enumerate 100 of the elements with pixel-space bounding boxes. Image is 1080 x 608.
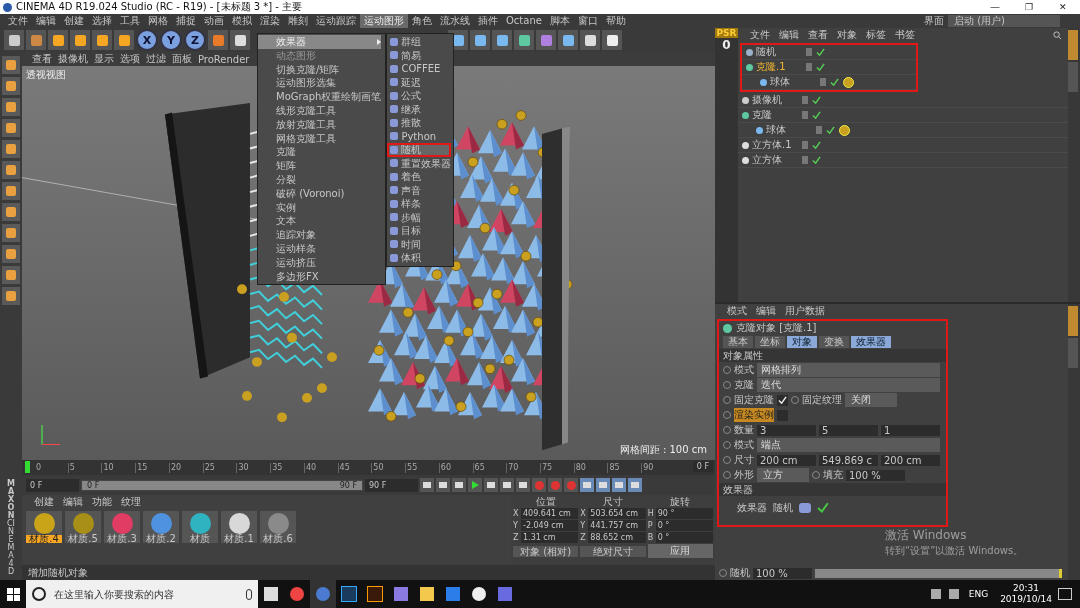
viewport-menu-item[interactable]: 选项 [120,52,140,66]
object-name[interactable]: 立方体.1 [752,138,792,152]
dropdown-field[interactable]: 关闭 [845,393,897,407]
viewport-menu-item[interactable]: 查看 [32,52,52,66]
menu-item[interactable]: 推散 [387,116,452,130]
rotation-field[interactable]: 0 ° [655,532,713,543]
menu-item[interactable]: 步幅 [387,210,452,224]
menu-item[interactable]: 创建 [60,14,88,28]
keyframe-selection-icon[interactable] [564,478,578,492]
strength-slider[interactable] [815,568,1062,578]
menu-item[interactable]: 克隆 [258,145,382,160]
object-name[interactable]: 克隆 [752,108,772,122]
apply-button[interactable]: 应用 [647,544,713,558]
menu-item[interactable]: 简易 [387,48,452,62]
menu-item[interactable]: 流水线 [436,14,474,28]
dropdown-field[interactable]: 端点 [757,438,940,452]
menu-item[interactable]: 追踪对象 [258,228,382,242]
menu-item[interactable]: 选择 [88,14,116,28]
taskbar-search-panel[interactable]: 在这里输入你要搜索的内容 [26,580,258,608]
menu-item[interactable]: 切换克隆/矩阵 [258,62,382,77]
material-tag-icon[interactable] [843,76,854,88]
menu-item[interactable]: 网格克隆工具 [258,131,382,146]
menu-item[interactable]: 放射克隆工具 [258,117,382,132]
menu-item[interactable]: 文本 [258,214,382,229]
number-field[interactable]: 200 cm [881,454,940,466]
material-swatch[interactable]: 材质.4 [26,511,62,543]
position-field[interactable]: -2.049 cm [521,520,579,531]
menu-item[interactable]: 公式 [387,89,452,103]
menu-item[interactable]: 脚本 [545,14,574,28]
menu-item[interactable]: 运动挤压 [258,255,382,270]
rotation-field[interactable]: 0 ° [655,520,713,531]
dropdown-field[interactable]: 立方 [757,468,809,482]
viewport-menu-item[interactable]: 过滤 [146,52,166,66]
menu-item[interactable]: 线形克隆工具 [258,104,382,118]
menu-item[interactable]: 样条 [387,197,452,211]
menu-item[interactable]: 矩阵 [258,159,382,173]
size-field[interactable]: 503.654 cm [588,508,646,519]
attribute-tab[interactable]: 对象 [787,336,817,348]
menu-item[interactable]: 窗口 [573,14,602,28]
menu-item[interactable]: 编辑 [32,14,60,28]
menu-item[interactable]: 运动图形 [360,14,408,28]
search-input[interactable]: 在这里输入你要搜索的内容 [52,587,240,601]
size-mode-dropdown[interactable]: 绝对尺寸 [580,545,646,557]
coordinate-mode-dropdown[interactable]: 对象 (相对) [513,545,579,557]
object-menu-item[interactable]: 文件 [750,28,770,42]
material-menu-item[interactable]: 创建 [34,495,54,509]
menu-item[interactable]: 运动图形选集 [258,76,382,91]
menu-item[interactable]: 延迟 [387,75,452,89]
material-swatch[interactable]: 材质.5 [65,511,101,543]
menu-item[interactable]: 声音 [387,183,452,197]
position-field[interactable]: 409.641 cm [521,508,579,519]
position-field[interactable]: 1.31 cm [521,532,579,543]
size-field[interactable]: 88.652 cm [588,532,646,543]
menu-item[interactable]: 网格 [144,14,172,28]
input-language[interactable]: ENG [968,589,989,599]
menu-item[interactable]: COFFEE [387,62,452,76]
material-swatch[interactable]: 材质.2 [143,511,179,543]
menu-item[interactable]: 工具 [116,14,144,28]
axis-lock-button[interactable]: Z [184,29,206,51]
timeline-ruler[interactable]: 0 5 10 15 20 25 30 35 40 45 50 55 60 65 70 75 80 85 90 0 F [22,460,715,475]
material-tag-icon[interactable] [839,124,850,136]
menu-item[interactable]: 随机 [387,143,452,157]
object-name[interactable]: 随机 [756,45,776,59]
checkbox[interactable] [777,394,788,406]
menu-item[interactable]: 动画 [200,14,228,28]
object-menu-item[interactable]: 标签 [866,28,886,42]
material-swatch[interactable]: 材质.3 [104,511,140,543]
slider-thumb[interactable] [1059,568,1062,578]
clock-date[interactable]: 2019/10/14 [1000,594,1052,605]
start-frame-field[interactable]: 0 F [26,478,79,492]
autokey-icon[interactable] [548,478,562,492]
number-field[interactable]: 1 [881,424,940,436]
object-name[interactable]: 摄像机 [752,93,782,107]
effector-name[interactable]: 随机 [773,501,793,515]
search-icon[interactable] [1053,30,1062,40]
menu-item[interactable]: Octane [502,14,546,28]
number-field[interactable]: 200 cm [757,454,816,466]
menu-item[interactable]: 帮助 [601,14,630,28]
material-menu-item[interactable]: 编辑 [63,495,83,509]
object-menu-item[interactable]: 查看 [808,28,828,42]
frame-range-slider[interactable]: 0 F 90 F [81,479,363,491]
menu-item[interactable]: 运动跟踪 [312,14,360,28]
menu-item[interactable]: 渲染 [256,14,284,28]
object-name[interactable]: 克隆.1 [756,60,786,74]
menu-item[interactable]: 目标 [387,224,452,238]
clock-time[interactable]: 20:31 [1013,583,1040,594]
menu-item[interactable]: 实例 [258,200,382,215]
menu-item[interactable]: 重置效果器 [387,156,452,170]
dropdown-field[interactable]: 迭代 [757,378,940,392]
window-control-button[interactable]: — [978,2,1012,12]
menu-item[interactable]: 多边形FX [258,269,382,284]
axis-lock-button[interactable]: Y [160,29,182,51]
menu-item[interactable]: 文件 [4,14,32,28]
attribute-menu-item[interactable]: 模式 [727,304,747,318]
number-field[interactable]: 100 % [753,567,812,579]
menu-item[interactable]: 模拟 [228,14,256,28]
object-menu-item[interactable]: 对象 [837,28,857,42]
object-name[interactable]: 立方体 [752,153,782,167]
menu-item[interactable]: 时间 [387,237,452,251]
menu-item[interactable]: 群组 [387,35,452,49]
